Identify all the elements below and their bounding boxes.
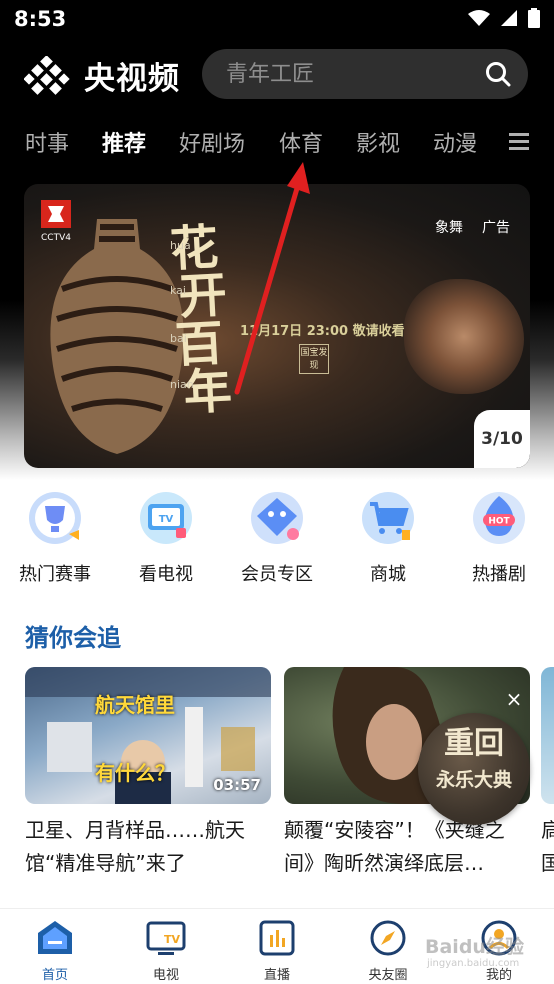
app-logo[interactable]: 央视频 [24,53,180,98]
quick-link-mall[interactable]: 商城 [333,490,443,586]
tab-film-tv[interactable]: 影视 [356,126,400,158]
quick-links: 热门赛事 TV 看电视 会员专区 商城 HOT 热播剧 [0,490,554,590]
pinyin-label: kai [170,284,186,297]
nav-tv[interactable]: TV 电视 [126,919,206,983]
menu-icon[interactable] [509,131,529,151]
tab-drama[interactable]: 好剧场 [179,126,245,158]
quick-link-tv[interactable]: TV 看电视 [111,490,221,586]
nav-friends[interactable]: 央友圈 [348,919,428,983]
pinyin-label: hua [170,239,191,252]
app-name: 央视频 [84,61,180,97]
category-tabs: 时事 推荐 好剧场 体育 影视 动漫 [0,118,554,166]
video-thumbnail: 航天馆里 有什么？ 03:57 [25,667,271,804]
calligraphy-char: 年 [182,362,234,422]
banner-page-counter: 3/10 [474,410,530,468]
watermark: Baidu经验 [425,936,524,958]
nav-live[interactable]: 直播 [237,919,317,983]
quick-link-events[interactable]: 热门赛事 [0,490,110,586]
section-title: 猜你会追 [25,624,121,652]
nav-label: 电视 [152,968,179,983]
tab-current-affairs[interactable]: 时事 [25,126,69,158]
video-card-partial[interactable]: 扃国 [541,667,554,877]
battery-icon [528,8,540,28]
home-icon [38,921,72,954]
cart-icon [358,490,418,550]
search-bar[interactable] [202,49,528,99]
cctv4-logo: CCTV4 [41,200,71,243]
banner-source-tag: 象舞 [435,220,463,236]
logo-icon [24,55,70,95]
pinyin-label: bai [170,332,187,345]
status-bar: 8:53 [0,0,554,40]
quick-link-hot-drama[interactable]: HOT 热播剧 [444,490,554,586]
tab-sports[interactable]: 体育 [279,126,323,158]
live-icon [259,920,295,956]
watermark-url: jingyan.baidu.com [427,958,520,969]
nav-label: 首页 [41,968,68,983]
hot-icon: HOT [469,490,529,550]
video-title: 颠覆“安陵容”！《夹缝之间》陶昕然演绎底层… [284,818,505,875]
quick-link-vip[interactable]: 会员专区 [222,490,332,586]
tv-icon: TV [136,490,196,550]
video-duration: 03:57 [213,776,261,794]
tv-icon: TV [146,921,186,955]
thumbnail-caption: 有什么？ [95,761,175,785]
video-card[interactable]: 航天馆里 有什么？ 03:57 卫星、月背样品……航天馆“精准导航”来了 [25,667,271,880]
quick-link-label: 会员专区 [241,564,313,585]
nav-home[interactable]: 首页 [15,919,95,983]
video-title: 卫星、月背样品……航天馆“精准导航”来了 [25,818,245,875]
nav-label: 央友圈 [368,968,408,983]
trophy-icon [25,490,85,550]
quick-link-label: 商城 [370,564,406,585]
svg-text:HOT: HOT [488,517,510,527]
vip-icon [247,490,307,550]
pinyin-label: nian [170,378,194,391]
wifi-icon [468,10,490,26]
tab-recommended[interactable]: 推荐 [102,126,146,158]
featured-banner[interactable]: CCTV4 花 开 百 年 hua kai bai nian 11月17日 23… [24,184,530,468]
channel-name: CCTV4 [41,233,71,243]
search-icon[interactable] [485,61,511,87]
close-ad-button[interactable]: × [503,688,525,710]
tab-animation[interactable]: 动漫 [433,126,477,158]
ad-headline: 重回 [444,726,504,761]
quick-link-label: 热播剧 [472,564,526,585]
svg-text:TV: TV [159,514,174,525]
svg-text:TV: TV [164,933,181,946]
video-title: 扃国 [541,818,554,875]
banner-airtime: 11月17日 23:00 敬请收看 [240,324,405,339]
status-time: 8:53 [14,7,67,31]
compass-icon [370,920,406,956]
thumbnail-caption: 航天馆里 [95,693,175,717]
banner-ad-tag: 广告 [482,220,510,236]
nav-label: 直播 [263,968,290,983]
program-seal: 国宝发现 [299,344,329,374]
quick-link-label: 看电视 [139,564,193,585]
floating-ad-badge[interactable]: 重回 永乐大典 [418,713,530,825]
search-input[interactable] [226,58,476,90]
quick-link-label: 热门赛事 [19,564,91,585]
ad-subtitle: 永乐大典 [435,769,512,791]
artifact-image [404,279,524,394]
signal-icon [501,10,517,26]
video-thumbnail [541,667,554,804]
app-header: 央视频 [0,45,554,105]
status-icons [468,8,540,28]
